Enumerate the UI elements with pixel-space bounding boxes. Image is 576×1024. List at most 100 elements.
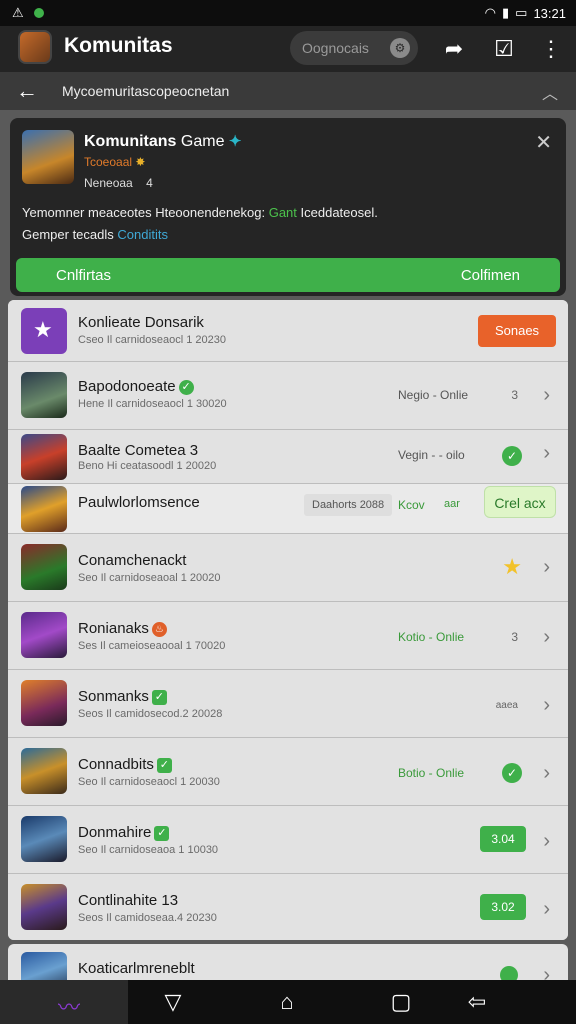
list-item-name-text: Bapodonoeate [78, 378, 176, 395]
list-item[interactable]: Baalte Cometea 3 Beno Hi ceatasoodl 1 20… [8, 430, 568, 484]
list-item-meta: Seos Il camidosecod.2 20028 [78, 708, 223, 720]
list-item[interactable]: Conamchenackt Seo Il carnidoseaoal 1 200… [8, 534, 568, 602]
avatar [21, 486, 67, 532]
status-label: Kcov [398, 498, 425, 512]
community-name: Komunitans [84, 133, 177, 150]
status-secondary: aar [444, 498, 460, 510]
logo-icon: 〰 [58, 995, 81, 1020]
list-item-name: Koaticarlmreneblt [78, 960, 195, 977]
list-item[interactable]: Ronianaks ♨ Ses Il cameioseaooal 1 70020 … [8, 602, 568, 670]
list-item-meta: Seo Il carnidoseaocl 1 20030 [78, 776, 220, 788]
community-stat-label: Neneoaa [84, 176, 133, 190]
check-circle-icon: ✓ [502, 446, 522, 466]
desc-text-a: Yemomner meaceotes Hteoonendenekog: [22, 205, 266, 220]
avatar [21, 612, 67, 658]
app-title: Komunitas [64, 34, 173, 57]
verified-icon: ✓ [151, 689, 167, 705]
avatar [21, 748, 67, 794]
list-item[interactable]: ★ Konlieate Donsarik Cseo Il carnidoseao… [8, 300, 568, 362]
list-item-name: Conamchenackt [78, 552, 187, 569]
list-item[interactable]: Paulwlorlomsence Daahorts 2088 Kcov aar … [8, 484, 568, 534]
avatar [21, 680, 67, 726]
search-placeholder: Oognocais [302, 40, 369, 56]
list-item-name-text: Donmahire [78, 824, 152, 841]
recents-icon[interactable]: ▢ [386, 989, 416, 1015]
item-count: 3 [511, 630, 518, 644]
list-item-meta: Seo Il carnidoseaoal 1 20020 [78, 572, 221, 584]
signal-icon: ▮ [502, 5, 510, 20]
avatar [21, 544, 67, 590]
item-count: 3 [511, 388, 518, 402]
app-avatar[interactable] [18, 30, 52, 64]
community-stat: Neneoaa 4 [84, 176, 153, 190]
verified-icon: ✓ [156, 757, 172, 773]
chevron-right-icon[interactable]: › [543, 384, 550, 407]
community-tag: Tcoeoaal ✸ [84, 155, 145, 169]
chevron-right-icon[interactable]: › [543, 626, 550, 649]
community-tag-label: Tcoeoaal [84, 155, 133, 169]
verified-icon: ✓ [154, 825, 170, 841]
list-item[interactable]: Contlinahite 13 Seos Il camidoseaa.4 202… [8, 874, 568, 940]
share-icon[interactable]: ➦ [440, 35, 468, 63]
battery-icon: ▭ [515, 5, 528, 20]
avatar [21, 372, 67, 418]
community-card: Komunitans Game ✦ Tcoeoaal ✸ Neneoaa 4 ✕… [10, 118, 566, 296]
list-item-name-text: Ronianaks [78, 620, 149, 637]
chevron-right-icon[interactable]: › [543, 694, 550, 717]
chevron-right-icon[interactable]: › [543, 556, 550, 579]
join-button[interactable]: Cnlfirtas Colfimen [16, 258, 560, 292]
community-title: Komunitans Game ✦ [84, 132, 242, 151]
status-bar: ⚠ ◠ ▮ ▭ 13:21 [0, 0, 576, 26]
list-item[interactable]: Connadbits ✓ Seo Il carnidoseaocl 1 20030… [8, 738, 568, 806]
list-item-meta: Hene Il carnidoseaocl 1 30020 [78, 398, 227, 410]
back-arrow-icon[interactable]: ← [16, 78, 38, 104]
community-stat-value: 4 [146, 176, 153, 190]
score-badge: 3.02 [480, 894, 526, 920]
list-item-name: Ronianaks ♨ [78, 620, 167, 637]
list-item[interactable]: Sonmanks ✓ Seos Il camidosecod.2 20028 aa… [8, 670, 568, 738]
list-item-tag: Daahorts 2088 [304, 494, 393, 516]
check-circle-icon: ✓ [502, 763, 522, 783]
desc-text-b: Iceddateosel. [300, 205, 378, 220]
desc-link[interactable]: Conditits [117, 227, 168, 242]
system-nav-bar: 〰 ▽ ⌂ ▢ ⇦ [0, 980, 576, 1024]
award-icon: ✸ [135, 155, 146, 169]
verified-icon: ✦ [228, 133, 242, 150]
action-button[interactable]: Sonaes [478, 315, 556, 347]
online-status: Kotio - Onlie [398, 630, 465, 644]
star-icon: ★ [33, 317, 53, 342]
star-icon: ★ [502, 554, 522, 579]
chevron-right-icon[interactable]: › [543, 898, 550, 921]
avatar: ★ [21, 308, 67, 354]
member-list: ★ Konlieate Donsarik Cseo Il carnidoseao… [8, 300, 568, 940]
list-item-meta: Seo Il carnidoseaoa 1 10030 [78, 844, 219, 856]
list-item[interactable]: Donmahire ✓ Seo Il carnidoseaoa 1 10030 3… [8, 806, 568, 874]
search-input[interactable]: Oognocais ⚙ [290, 31, 418, 65]
breadcrumb-label: Mycoemuritascopeocnetan [62, 83, 230, 99]
list-item-name-text: Sonmanks [78, 688, 149, 705]
home-icon[interactable]: ⌂ [272, 989, 302, 1015]
community-thumbnail [22, 130, 74, 184]
search-icon[interactable]: ⚙ [390, 38, 410, 58]
chevron-right-icon[interactable]: › [543, 442, 550, 465]
chevron-right-icon[interactable]: › [543, 830, 550, 853]
list-item-name: Sonmanks ✓ [78, 688, 167, 705]
list-item-meta: Seos Il camidoseaa.4 20230 [78, 912, 217, 924]
checkbox-icon[interactable]: ☑ [490, 35, 518, 63]
action-button[interactable]: Crel acx [484, 486, 556, 518]
chevron-right-icon[interactable]: › [543, 762, 550, 785]
list-item-meta: Cseo Il carnidoseaocl 1 20230 [78, 334, 226, 346]
nav-back-icon[interactable]: ⇦ [462, 989, 492, 1015]
list-item-meta: Ses Il cameioseaooal 1 70020 [78, 640, 226, 652]
more-menu-icon[interactable]: ⋮ [537, 35, 565, 63]
list-item[interactable]: Bapodonoeate ✓ Hene Il carnidoseaocl 1 30… [8, 362, 568, 430]
list-item[interactable]: Koaticarlmreneblt › [8, 944, 568, 984]
community-name-tail: Game [176, 133, 225, 150]
chevron-up-icon[interactable]: ︿ [542, 80, 558, 104]
back-triangle-icon[interactable]: ▽ [158, 989, 188, 1015]
community-description: Yemomner meaceotes Hteoonendenekog: Gant… [22, 202, 552, 246]
list-item-name: Donmahire ✓ [78, 824, 170, 841]
close-icon[interactable]: ✕ [535, 130, 552, 155]
online-status: Negio - Onlie [398, 388, 469, 402]
app-logo-tile[interactable]: 〰 [0, 980, 128, 1024]
